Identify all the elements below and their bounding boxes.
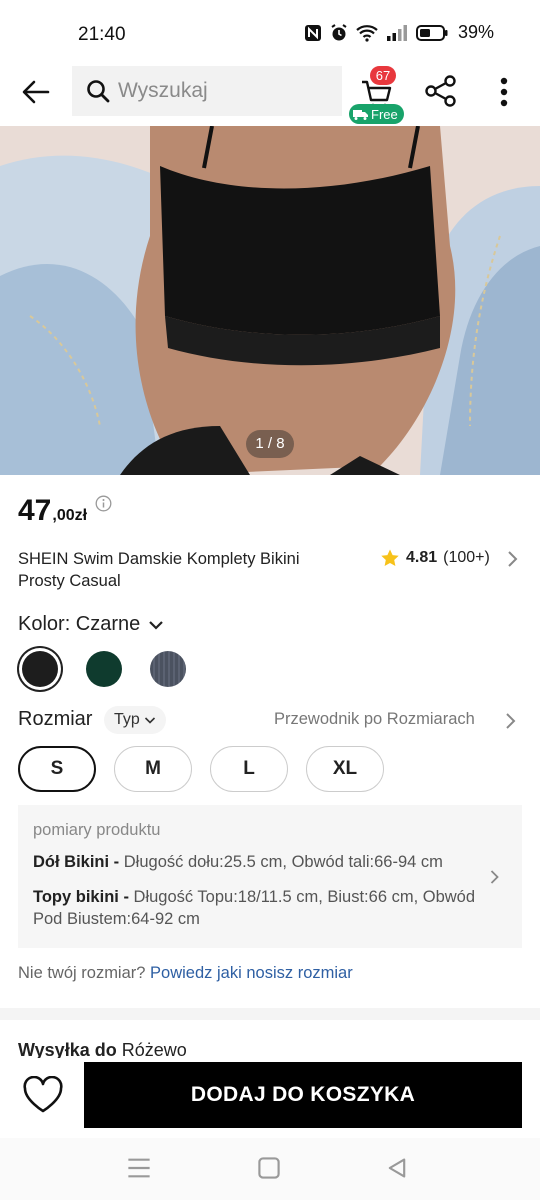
search-input[interactable] bbox=[118, 79, 318, 103]
size-label: Rozmiar bbox=[18, 708, 93, 730]
info-icon[interactable] bbox=[95, 495, 112, 512]
cart-button[interactable]: 67 Free bbox=[349, 66, 404, 124]
size-options: S M L XL bbox=[18, 746, 384, 792]
battery-percentage: 39% bbox=[457, 22, 494, 42]
more-options-button[interactable] bbox=[490, 74, 518, 110]
bottom-action-bar: DODAJ DO KOSZYKA bbox=[0, 1058, 540, 1138]
shipping-label: Wysyłka do bbox=[18, 1040, 117, 1060]
free-badge-label: Free bbox=[371, 106, 398, 122]
chevron-down-icon bbox=[149, 620, 164, 630]
cart-count-badge: 67 bbox=[370, 66, 396, 85]
arrow-left-icon bbox=[22, 80, 50, 104]
size-guide-link[interactable]: Przewodnik po Rozmiarach bbox=[274, 710, 475, 729]
search-bar[interactable] bbox=[72, 66, 342, 116]
free-shipping-badge: Free bbox=[349, 104, 404, 124]
fit-feedback-link[interactable]: Powiedz jaki nosisz rozmiar bbox=[150, 964, 353, 982]
measurement-bottom-label: Dół Bikini - bbox=[33, 853, 120, 871]
image-counter: 1 / 8 bbox=[246, 430, 294, 458]
product-photo bbox=[0, 126, 540, 475]
measurement-top: Topy bikini - Długość Topu:18/11.5 cm, B… bbox=[33, 886, 483, 930]
product-image-gallery[interactable]: 1 / 8 bbox=[0, 126, 540, 475]
signal-icon bbox=[386, 24, 407, 41]
back-button[interactable] bbox=[18, 74, 54, 110]
status-icons: 39% bbox=[304, 22, 494, 43]
size-option-l[interactable]: L bbox=[210, 746, 288, 792]
truck-icon bbox=[353, 109, 368, 120]
measurement-bottom: Dół Bikini - Długość dołu:25.5 cm, Obwód… bbox=[33, 851, 483, 873]
alarm-icon bbox=[331, 23, 347, 40]
size-option-s[interactable]: S bbox=[18, 746, 96, 792]
chevron-down-icon bbox=[144, 716, 155, 724]
search-icon bbox=[87, 80, 110, 103]
price-main: 47 bbox=[18, 494, 52, 527]
type-chip-label: Typ bbox=[114, 711, 140, 728]
heart-icon bbox=[23, 1075, 63, 1113]
measurements-title: pomiary produktu bbox=[33, 821, 161, 839]
product-measurements[interactable]: pomiary produktu Dół Bikini - Długość do… bbox=[18, 805, 522, 948]
battery-icon bbox=[415, 24, 448, 41]
status-time: 21:40 bbox=[78, 24, 126, 45]
system-navigation-bar bbox=[0, 1138, 540, 1200]
fit-question: Nie twój rozmiar? bbox=[18, 964, 151, 982]
swatch-green[interactable] bbox=[86, 651, 122, 687]
add-to-cart-button[interactable]: DODAJ DO KOSZYKA bbox=[84, 1062, 522, 1128]
swatch-grey[interactable] bbox=[150, 651, 186, 687]
product-rating[interactable]: 4.81 (100+) bbox=[380, 548, 490, 568]
product-title: SHEIN Swim Damskie Komplety Bikini Prost… bbox=[18, 550, 300, 590]
wifi-icon bbox=[356, 24, 378, 42]
menu-icon[interactable] bbox=[126, 1156, 152, 1180]
share-icon bbox=[425, 75, 456, 107]
nfc-icon bbox=[304, 24, 321, 41]
chevron-right-icon bbox=[490, 870, 499, 884]
measurement-top-label: Topy bikini - bbox=[33, 888, 129, 906]
more-vertical-icon bbox=[500, 77, 508, 107]
size-option-xl[interactable]: XL bbox=[306, 746, 384, 792]
chevron-right-icon[interactable] bbox=[506, 550, 518, 568]
shipping-destination-value: Różewo bbox=[116, 1040, 187, 1060]
status-bar: 21:40 39% bbox=[0, 0, 540, 62]
swatch-black[interactable] bbox=[22, 651, 58, 687]
color-selector-label[interactable]: Kolor: Czarne bbox=[18, 613, 164, 636]
home-square-icon[interactable] bbox=[256, 1156, 282, 1180]
fit-prompt: Nie twój rozmiar? Powiedz jaki nosisz ro… bbox=[18, 964, 353, 983]
chevron-right-icon[interactable] bbox=[504, 712, 516, 730]
color-swatches bbox=[22, 651, 186, 687]
size-type-dropdown[interactable]: Typ bbox=[104, 706, 166, 734]
section-divider bbox=[0, 1008, 540, 1020]
rating-count: (100+) bbox=[443, 549, 490, 566]
star-icon bbox=[381, 549, 399, 566]
wishlist-button[interactable] bbox=[22, 1075, 64, 1116]
color-label-text: Kolor: Czarne bbox=[18, 613, 141, 635]
share-button[interactable] bbox=[424, 74, 460, 110]
price-decimal: ,00zł bbox=[52, 507, 88, 524]
measurement-bottom-text: Długość dołu:25.5 cm, Obwód tali:66-94 c… bbox=[119, 853, 443, 871]
price: 47 ,00zł bbox=[18, 494, 112, 528]
rating-value: 4.81 bbox=[406, 549, 438, 566]
size-option-m[interactable]: M bbox=[114, 746, 192, 792]
shipping-destination[interactable]: Wysyłka do Różewo bbox=[18, 1040, 187, 1060]
back-triangle-icon[interactable] bbox=[384, 1156, 410, 1180]
app-header: 67 Free bbox=[0, 62, 540, 126]
